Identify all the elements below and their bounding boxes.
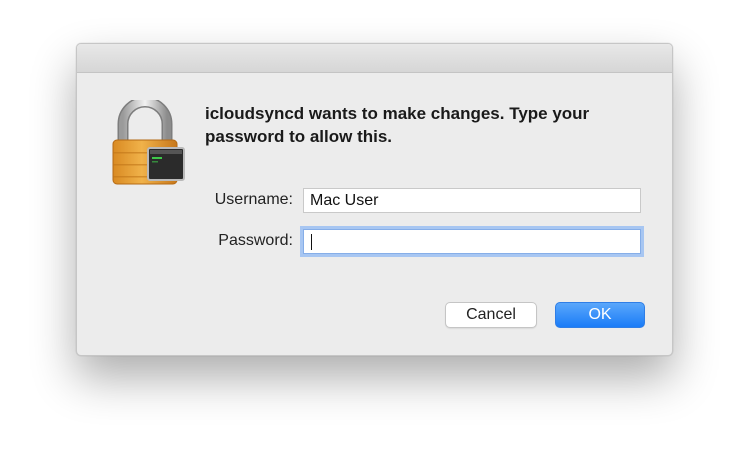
message-line-2: password to allow this. <box>205 127 393 146</box>
text-cursor <box>311 234 312 250</box>
username-label: Username: <box>214 191 293 208</box>
message-line-1: icloudsyncd wants to make changes. Type … <box>205 104 590 123</box>
username-field[interactable]: Mac User <box>303 188 641 213</box>
desktop-background: icloudsyncd wants to make changes. Type … <box>0 0 747 463</box>
lock-icon <box>112 100 185 185</box>
password-label: Password: <box>218 232 293 249</box>
dialog-titlebar[interactable] <box>77 44 672 73</box>
password-field[interactable] <box>303 229 641 254</box>
username-value: Mac User <box>310 192 379 209</box>
ok-button[interactable]: OK <box>555 302 645 328</box>
cancel-button[interactable]: Cancel <box>445 302 537 328</box>
authentication-dialog: icloudsyncd wants to make changes. Type … <box>76 43 673 356</box>
dialog-message: icloudsyncd wants to make changes. Type … <box>205 102 645 148</box>
